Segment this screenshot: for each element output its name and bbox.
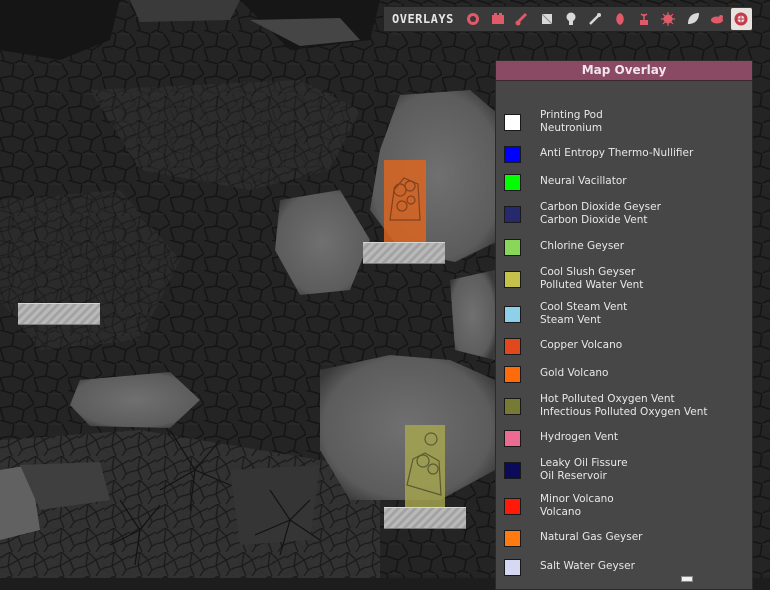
legend-swatch <box>504 497 521 515</box>
lightbulb-icon <box>566 12 576 25</box>
legend-label: Carbon Dioxide Vent <box>540 214 648 226</box>
geyser-olive-icon <box>406 432 442 496</box>
legend-label: Infectious Polluted Oxygen Vent <box>540 406 708 418</box>
legend-swatch <box>504 365 521 383</box>
rooms-overlay-button[interactable] <box>682 8 703 30</box>
radiation-overlay-button[interactable] <box>706 8 727 30</box>
neutronium-tile-bottom <box>384 507 466 529</box>
legend-swatch <box>504 305 521 323</box>
legend-swatch <box>504 173 521 191</box>
legend-label: Natural Gas Geyser <box>540 531 643 543</box>
thermometer-icon <box>515 13 528 26</box>
legend-swatch <box>504 429 521 447</box>
natural-gas-geyser-marker[interactable] <box>384 160 426 242</box>
legend-label: Minor Volcano <box>540 492 614 505</box>
germs-overlay-button[interactable] <box>658 8 679 30</box>
leaf-icon <box>687 13 699 24</box>
legend-label: Volcano <box>540 506 581 518</box>
power-icon <box>491 13 504 24</box>
temperature-overlay-button[interactable] <box>511 8 532 30</box>
geyser-orange-icon <box>389 177 421 221</box>
legend-swatch <box>504 205 521 223</box>
legend-label: Oil Reservoir <box>540 470 607 482</box>
legend-label: Gold Volcano <box>540 367 609 379</box>
legend-title: Map Overlay <box>496 61 752 81</box>
legend-label: Copper Volcano <box>540 339 623 351</box>
legend-label: Chlorine Geyser <box>540 240 625 252</box>
legend-label: Polluted Water Vent <box>540 279 644 291</box>
legend-swatch <box>504 238 521 256</box>
materials-icon <box>541 13 552 25</box>
legend-swatch <box>504 270 521 288</box>
polluted-oxygen-vent-marker[interactable] <box>405 425 445 507</box>
critter-icon <box>710 15 723 24</box>
overlays-title: OVERLAYS <box>392 12 454 26</box>
plant-icon <box>639 13 648 25</box>
legend-label: Hydrogen Vent <box>540 431 619 443</box>
food-overlay-button[interactable] <box>609 8 630 30</box>
legend-swatch <box>504 529 521 547</box>
legend-label: Cool Slush Geyser <box>540 265 636 278</box>
legend-label: Carbon Dioxide Geyser <box>540 200 661 213</box>
light-overlay-button[interactable] <box>560 8 581 30</box>
legend-swatch <box>504 397 521 415</box>
pipe-icon <box>589 13 602 25</box>
map-overlay-legend: Map Overlay Printing Pod Neutronium Anti E… <box>495 60 753 590</box>
legend-label: Salt Water Geyser <box>540 560 635 572</box>
legend-label: Hot Polluted Oxygen Vent <box>540 392 675 405</box>
legend-label: Steam Vent <box>540 314 601 326</box>
food-icon <box>615 13 624 25</box>
legend-label: Neutronium <box>540 122 603 134</box>
germ-icon <box>661 12 676 26</box>
power-overlay-button[interactable] <box>487 8 508 30</box>
plumbing-overlay-button[interactable] <box>585 8 606 30</box>
map-icon <box>734 12 748 26</box>
neutronium-tile-left <box>18 303 100 325</box>
legend-label: Printing Pod <box>540 108 603 121</box>
neutronium-tile-top <box>363 242 445 264</box>
legend-label: Leaky Oil Fissure <box>540 456 628 469</box>
farming-overlay-button[interactable] <box>633 8 654 30</box>
oxygen-overlay-button[interactable] <box>463 8 484 30</box>
legend-swatch <box>504 461 521 479</box>
legend-swatch <box>504 113 521 131</box>
legend-label: Neural Vacillator <box>540 175 627 187</box>
overlays-toolbar: OVERLAYS <box>383 6 753 32</box>
map-overlay-button[interactable] <box>730 8 752 30</box>
legend-swatch <box>504 558 521 576</box>
legend-label: Anti Entropy Thermo-Nullifier <box>540 147 694 159</box>
materials-overlay-button[interactable] <box>536 8 557 30</box>
oxygen-icon <box>467 13 480 25</box>
legend-swatch <box>504 337 521 355</box>
legend-label: Cool Steam Vent <box>540 300 628 313</box>
legend-toggle-box[interactable] <box>681 576 693 582</box>
legend-swatch <box>504 145 521 163</box>
